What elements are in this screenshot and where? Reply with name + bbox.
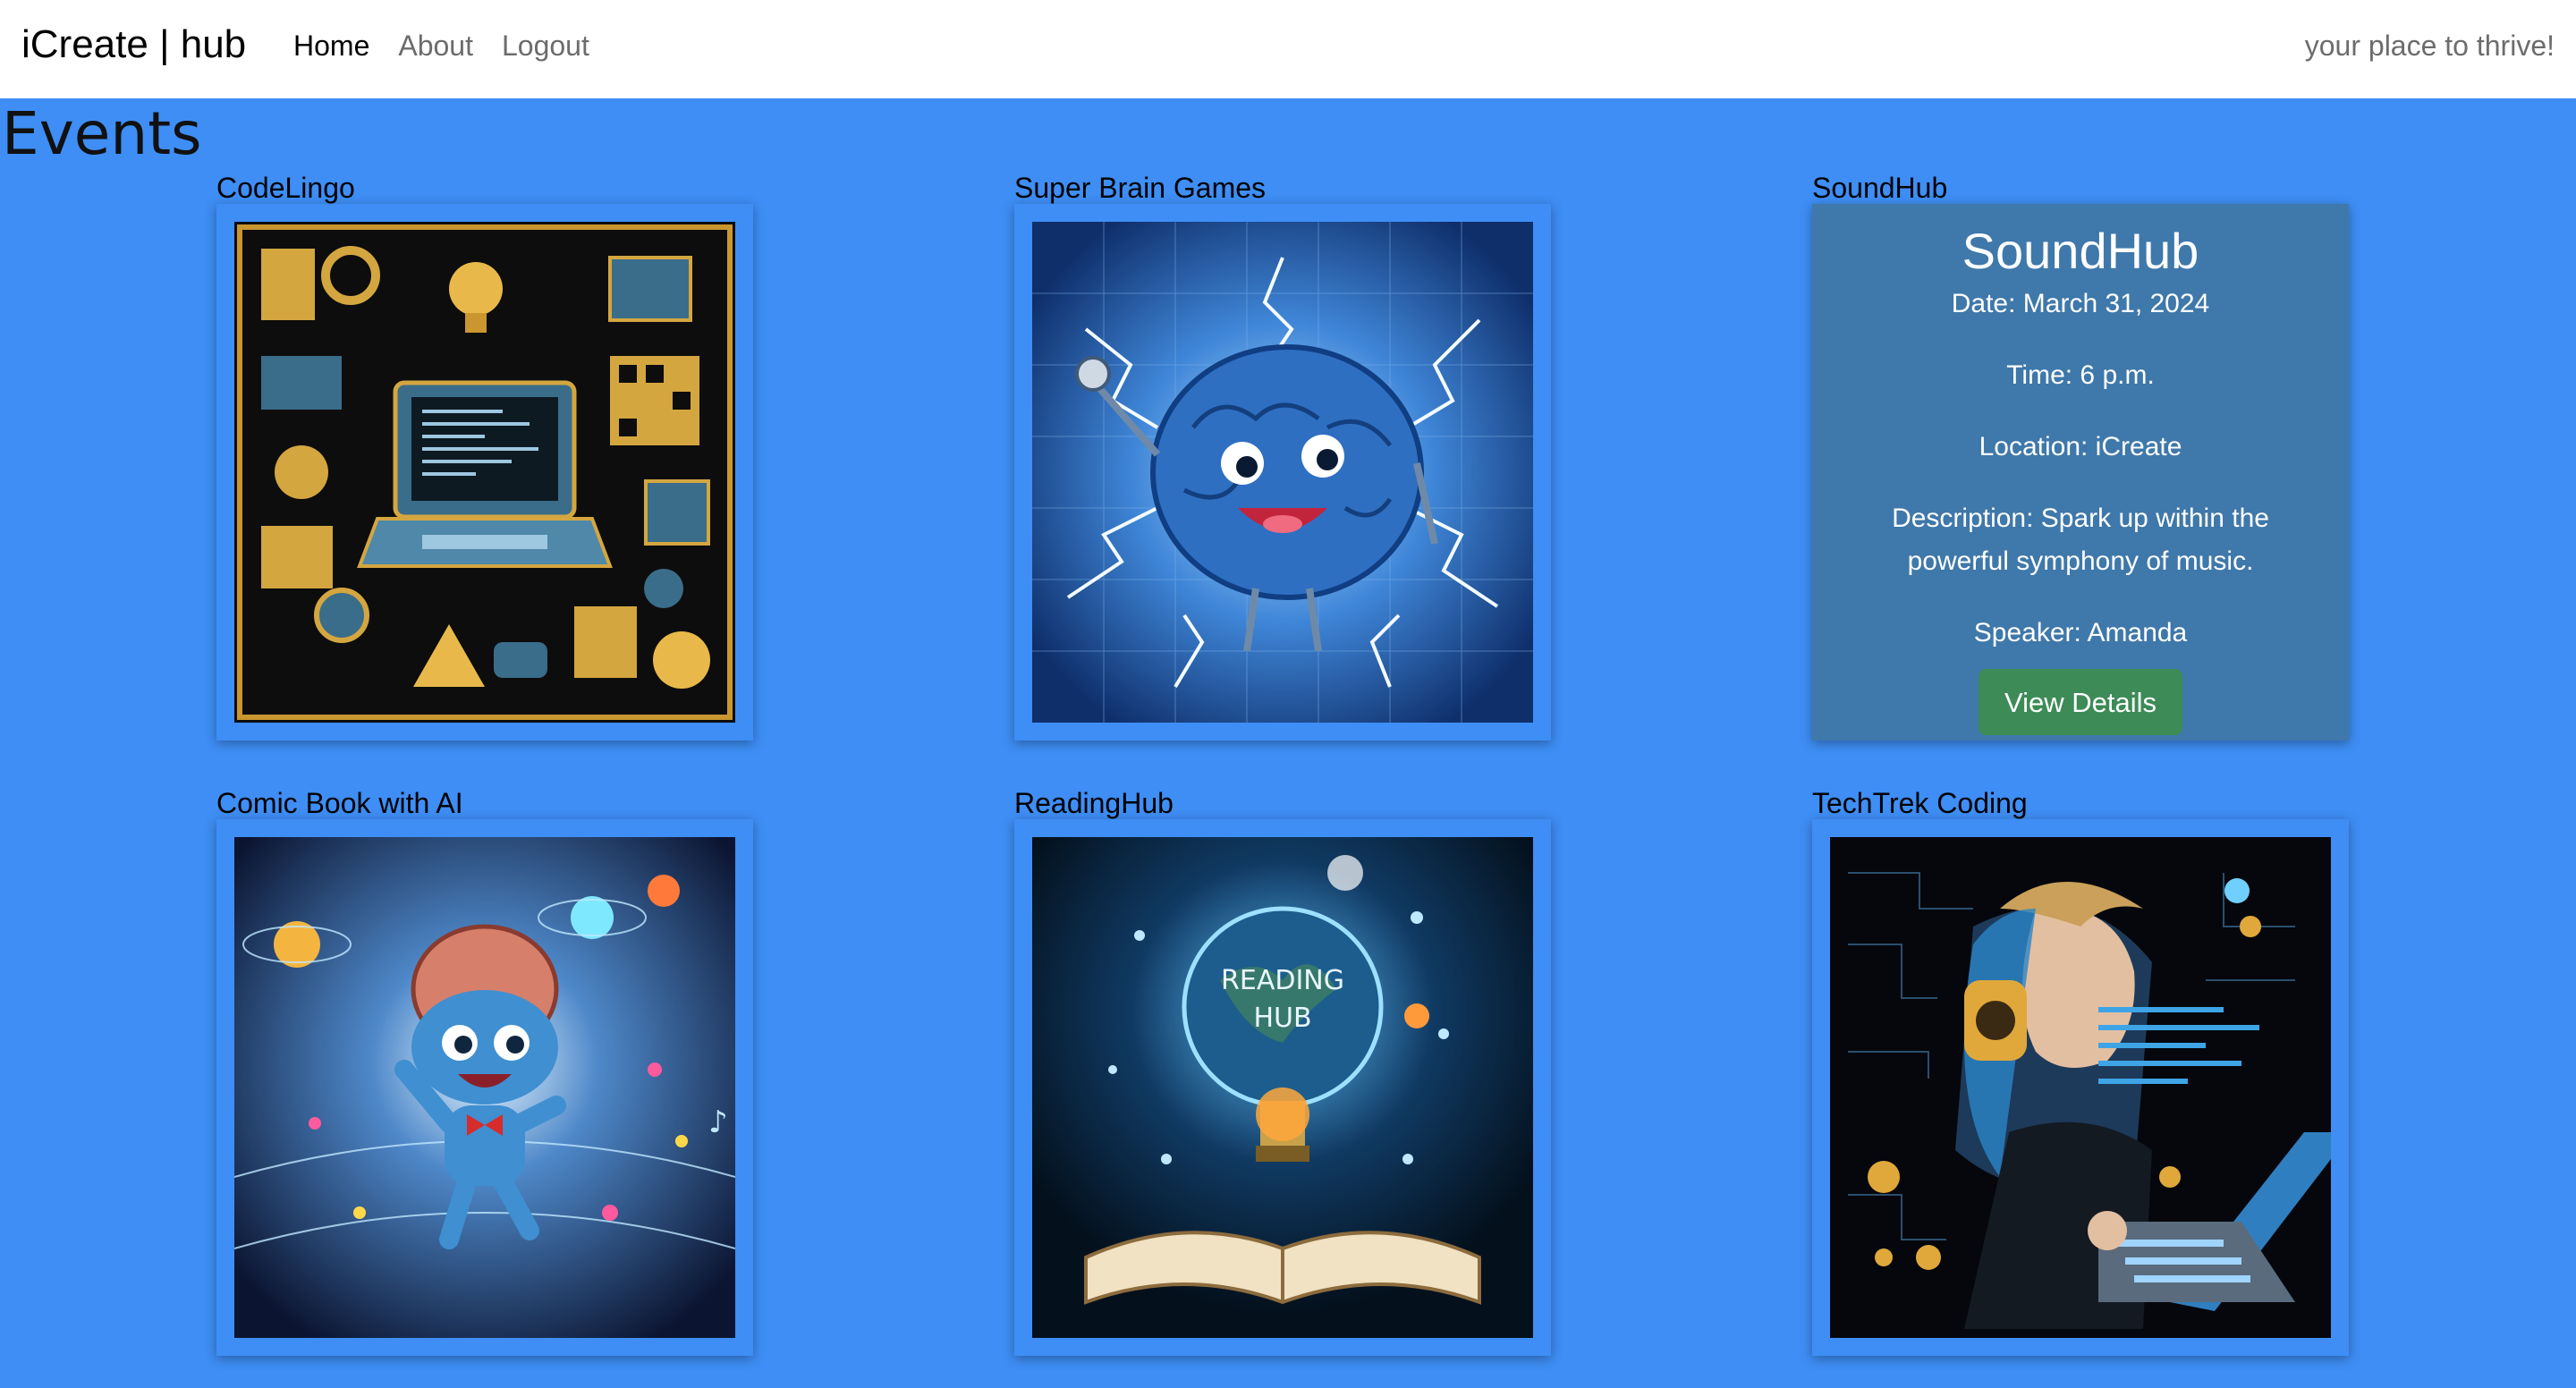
techtrek-illustration (1830, 837, 2331, 1338)
navbar: iCreate | hub Home About Logout your pla… (0, 0, 2576, 98)
event-card[interactable]: READING HUB (1014, 819, 1551, 1356)
codelingo-image (234, 222, 735, 723)
reading-hub-image: READING HUB (1032, 837, 1533, 1338)
comic-book-image: ♪ (234, 837, 735, 1338)
tagline: your place to thrive! (2304, 30, 2555, 62)
event-title: CodeLingo (216, 172, 355, 204)
event-title: TechTrek Coding (1812, 787, 2028, 819)
view-details-button[interactable]: View Details (1979, 669, 2182, 735)
event-details-card: SoundHub Date: March 31, 2024 Time: 6 p.… (1812, 204, 2349, 741)
svg-text:♪: ♪ (708, 1104, 728, 1140)
reading-hub-illustration: READING HUB (1032, 837, 1533, 1338)
page-title: Events (2, 99, 202, 168)
details-speaker: Speaker: Amanda (1973, 618, 2188, 647)
nav-about-link[interactable]: About (398, 27, 473, 64)
hub-text: HUB (1253, 1003, 1311, 1034)
event-card[interactable] (1014, 204, 1551, 741)
event-title: ReadingHub (1014, 787, 1174, 819)
details-date: Date: March 31, 2024 (1951, 289, 2210, 318)
brand-logo[interactable]: iCreate | hub (21, 21, 246, 68)
details-description: Description: Spark up within the powerfu… (1892, 504, 2269, 576)
event-title: Super Brain Games (1014, 172, 1267, 204)
nav-logout-link[interactable]: Logout (502, 27, 589, 64)
comic-book-illustration: ♪ (234, 837, 735, 1338)
details-location: Location: iCreate (1979, 432, 2182, 461)
event-title: SoundHub (1812, 172, 1948, 204)
details-time: Time: 6 p.m. (2006, 360, 2155, 390)
techtrek-image (1830, 837, 2331, 1338)
brain-illustration (1032, 222, 1533, 723)
event-card[interactable]: ♪ (216, 819, 753, 1356)
nav-links: Home About Logout (293, 27, 589, 64)
details-title: SoundHub (1962, 223, 2199, 279)
codelingo-illustration (234, 222, 735, 723)
event-card[interactable] (1812, 819, 2349, 1356)
event-title: Comic Book with AI (216, 787, 463, 819)
event-card[interactable] (216, 204, 753, 741)
reading-text: READING (1221, 965, 1344, 996)
nav-home-link[interactable]: Home (293, 27, 369, 64)
super-brain-image (1032, 222, 1533, 723)
